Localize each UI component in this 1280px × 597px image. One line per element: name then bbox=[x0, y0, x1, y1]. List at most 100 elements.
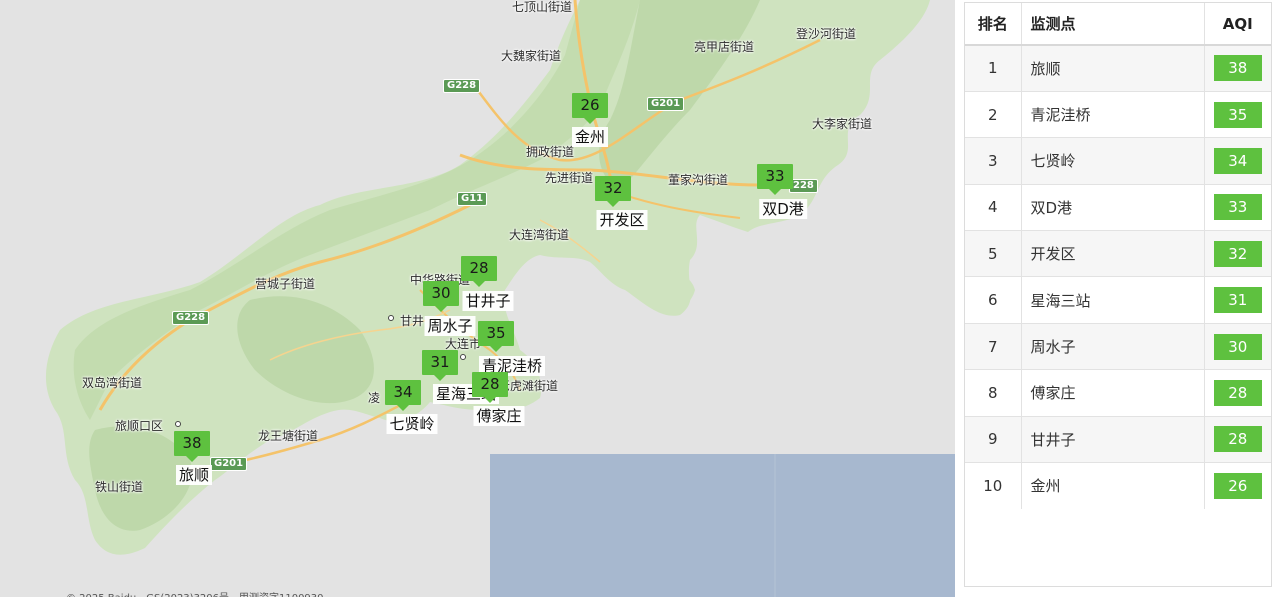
aqi-badge: 32 bbox=[1213, 240, 1262, 267]
marker-aqi-value: 26 bbox=[572, 93, 608, 118]
map-marker-shuangdgang[interactable]: 33 bbox=[757, 164, 793, 195]
map-marker-qixianling[interactable]: 34 bbox=[385, 380, 421, 411]
table-row[interactable]: 8 傅家庄 28 bbox=[965, 369, 1271, 417]
column-header-rank[interactable]: 排名 bbox=[965, 3, 1021, 46]
road-shield-g228: 228 bbox=[789, 179, 818, 193]
road-shield-g201: G201 bbox=[210, 457, 248, 471]
road-shield-g228: G228 bbox=[443, 79, 481, 93]
aqi-badge: 38 bbox=[1213, 55, 1262, 82]
city-dot-icon bbox=[460, 354, 466, 360]
aqi-badge: 31 bbox=[1213, 287, 1262, 314]
aqi-cell: 35 bbox=[1203, 90, 1271, 138]
rank-cell: 2 bbox=[965, 90, 1021, 138]
table-row[interactable]: 4 双D港 33 bbox=[965, 183, 1271, 231]
place-label-ling: 凌 bbox=[368, 391, 381, 405]
map-view[interactable]: 七顶山街道 大魏家街道 亮甲店街道 登沙河街道 大李家街道 拥政街道 先进街道 … bbox=[0, 0, 955, 597]
road-shield-g11: G11 bbox=[457, 192, 488, 206]
place-label-dalianshi: 大连市 bbox=[445, 337, 482, 351]
marker-pointer-icon bbox=[435, 306, 447, 312]
map-marker-fujiazhuang[interactable]: 28 bbox=[472, 372, 508, 403]
table-row[interactable]: 3 七贤岭 34 bbox=[965, 137, 1271, 185]
place-label-ganjing: 甘井 bbox=[400, 314, 425, 328]
site-cell: 七贤岭 bbox=[1020, 137, 1204, 185]
aqi-cell: 31 bbox=[1203, 276, 1271, 324]
marker-site-label: 甘井子 bbox=[462, 291, 514, 311]
map-marker-zhoushuizi[interactable]: 30 bbox=[423, 281, 459, 312]
site-cell: 周水子 bbox=[1020, 322, 1204, 370]
rank-cell: 7 bbox=[965, 322, 1021, 370]
aqi-badge: 30 bbox=[1213, 333, 1262, 360]
app-root: 七顶山街道 大魏家街道 亮甲店街道 登沙河街道 大李家街道 拥政街道 先进街道 … bbox=[0, 0, 1280, 597]
marker-pointer-icon bbox=[769, 189, 781, 195]
table-row[interactable]: 9 甘井子 28 bbox=[965, 415, 1271, 463]
rank-cell: 4 bbox=[965, 183, 1021, 231]
road-shield-g201: G201 bbox=[647, 97, 685, 111]
place-label-lvshunkou: 旅顺口区 bbox=[115, 419, 164, 433]
aqi-ranking-table: 排名 监测点 AQI 1 旅顺 38 2 青泥洼桥 35 3 七贤岭 34 4 双D港 33 5… bbox=[965, 3, 1271, 509]
place-label-xianjin: 先进街道 bbox=[545, 171, 594, 185]
column-header-site[interactable]: 监测点 bbox=[1020, 3, 1204, 46]
aqi-badge: 34 bbox=[1213, 147, 1262, 174]
marker-pointer-icon bbox=[484, 397, 496, 403]
table-row[interactable]: 5 开发区 32 bbox=[965, 230, 1271, 277]
aqi-ranking-panel: 排名 监测点 AQI 1 旅顺 38 2 青泥洼桥 35 3 七贤岭 34 4 双D港 33 5… bbox=[964, 2, 1272, 587]
rank-cell: 1 bbox=[965, 44, 1021, 92]
site-cell: 甘井子 bbox=[1020, 415, 1204, 463]
city-dot-icon bbox=[388, 315, 394, 321]
rank-cell: 10 bbox=[965, 462, 1021, 509]
marker-pointer-icon bbox=[186, 456, 198, 462]
site-cell: 星海三站 bbox=[1020, 276, 1204, 324]
place-label-dongjiagou: 董家沟街道 bbox=[668, 173, 729, 187]
map-marker-kaifaqu[interactable]: 32 bbox=[595, 176, 631, 207]
table-row[interactable]: 10 金州 26 bbox=[965, 462, 1271, 509]
marker-site-label: 周水子 bbox=[424, 316, 476, 336]
place-label-liangjiadian: 亮甲店街道 bbox=[694, 40, 755, 54]
marker-aqi-value: 35 bbox=[478, 321, 514, 346]
marker-pointer-icon bbox=[397, 405, 409, 411]
map-marker-xinghaisanzhan[interactable]: 31 bbox=[422, 350, 458, 381]
aqi-badge: 28 bbox=[1213, 379, 1262, 406]
rank-cell: 6 bbox=[965, 276, 1021, 324]
table-row[interactable]: 2 青泥洼桥 35 bbox=[965, 90, 1271, 138]
rank-cell: 8 bbox=[965, 369, 1021, 417]
site-cell: 旅顺 bbox=[1020, 44, 1204, 92]
place-label-dalijia: 大李家街道 bbox=[812, 117, 873, 131]
map-marker-qingniwaqiao[interactable]: 35 bbox=[478, 321, 514, 352]
marker-aqi-value: 38 bbox=[174, 431, 210, 456]
aqi-cell: 32 bbox=[1203, 230, 1271, 277]
marker-site-label: 金州 bbox=[571, 127, 609, 147]
marker-pointer-icon bbox=[607, 201, 619, 207]
site-cell: 开发区 bbox=[1020, 230, 1204, 277]
aqi-cell: 28 bbox=[1203, 369, 1271, 417]
map-copyright: © 2025 Baidu - GS(2023)3206号 - 甲测资字11009… bbox=[66, 589, 324, 597]
marker-aqi-value: 31 bbox=[422, 350, 458, 375]
table-row[interactable]: 1 旅顺 38 bbox=[965, 44, 1271, 92]
road-shield-g228: G228 bbox=[172, 311, 210, 325]
marker-aqi-value: 33 bbox=[757, 164, 793, 189]
aqi-badge: 26 bbox=[1213, 472, 1262, 499]
place-label-longwangtang: 龙王塘街道 bbox=[258, 429, 319, 443]
marker-aqi-value: 30 bbox=[423, 281, 459, 306]
map-marker-jinzhou[interactable]: 26 bbox=[572, 93, 608, 124]
aqi-cell: 28 bbox=[1203, 415, 1271, 463]
marker-site-label: 旅顺 bbox=[175, 465, 213, 485]
site-cell: 双D港 bbox=[1020, 183, 1204, 231]
place-label-qidingshan: 七顶山街道 bbox=[512, 0, 573, 14]
marker-site-label: 七贤岭 bbox=[386, 414, 438, 434]
marker-pointer-icon bbox=[490, 346, 502, 352]
place-label-yongzheng: 拥政街道 bbox=[526, 145, 575, 159]
city-dot-icon bbox=[175, 421, 181, 427]
table-row[interactable]: 7 周水子 30 bbox=[965, 322, 1271, 370]
map-marker-ganjingzi[interactable]: 28 bbox=[461, 256, 497, 287]
aqi-badge: 28 bbox=[1213, 426, 1262, 453]
rank-cell: 5 bbox=[965, 230, 1021, 277]
site-cell: 青泥洼桥 bbox=[1020, 90, 1204, 138]
map-marker-lvshun[interactable]: 38 bbox=[174, 431, 210, 462]
place-label-dengshahe: 登沙河街道 bbox=[796, 27, 857, 41]
place-label-shuangdaowan: 双岛湾街道 bbox=[82, 376, 143, 390]
place-label-tieshan: 铁山街道 bbox=[95, 480, 144, 494]
marker-aqi-value: 34 bbox=[385, 380, 421, 405]
column-header-aqi[interactable]: AQI bbox=[1203, 3, 1271, 46]
table-row[interactable]: 6 星海三站 31 bbox=[965, 276, 1271, 324]
marker-aqi-value: 28 bbox=[461, 256, 497, 281]
